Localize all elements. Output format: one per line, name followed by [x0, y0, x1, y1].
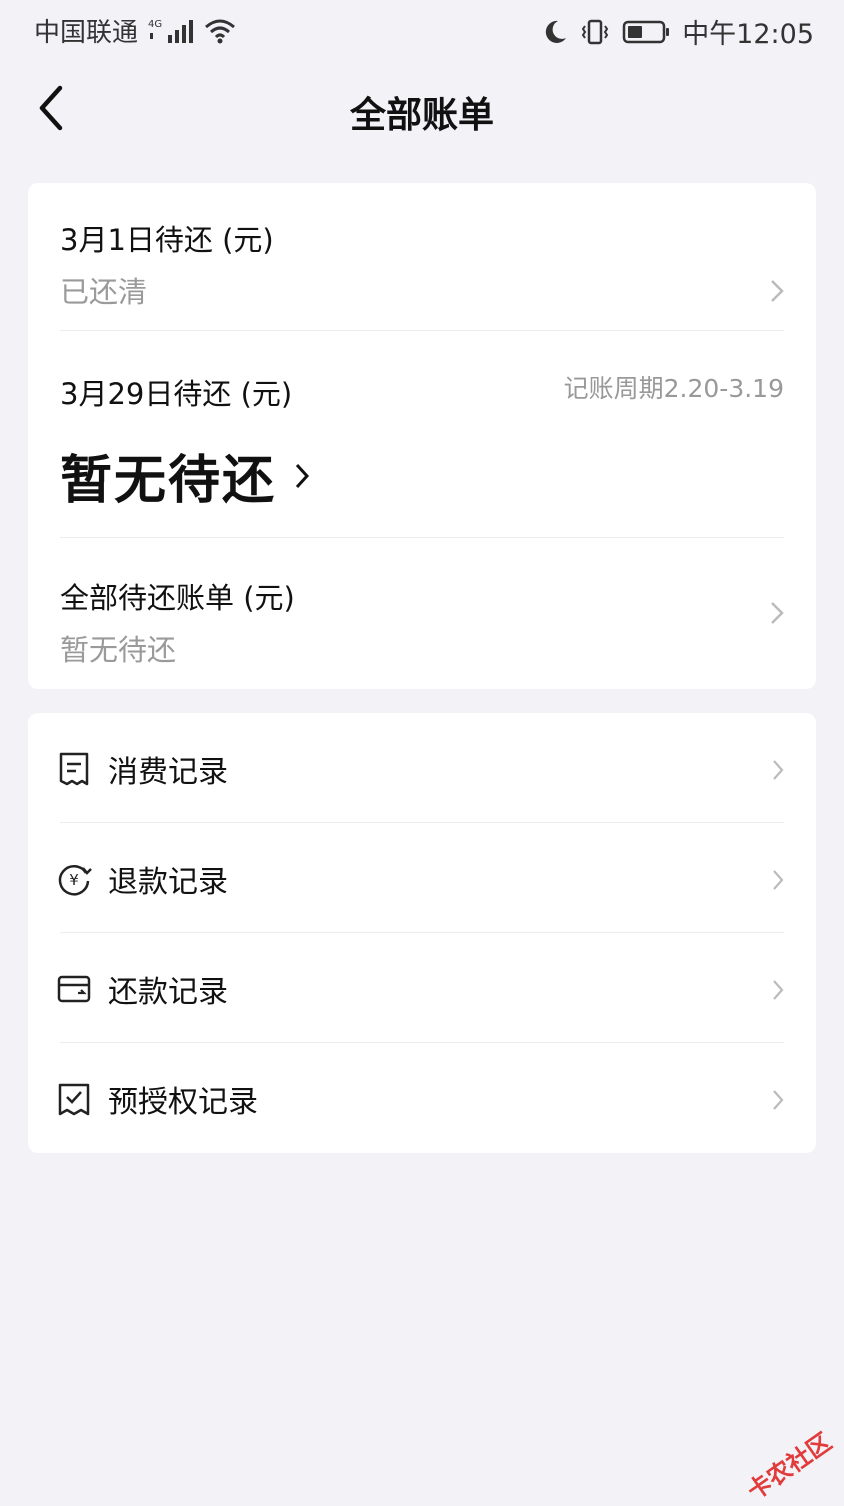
status-bar: 中国联通 4G 中午12:05 [0, 0, 844, 60]
bill-summary-card: 3月1日待还 (元) 已还清 3月29日待还 (元) 记账周期2.20-3.19… [28, 183, 816, 689]
carrier-name: 中国联通 [34, 18, 139, 48]
all-bills-row[interactable]: 全部待还账单 (元) 暂无待还 [60, 575, 784, 667]
watermark-logo: 卡农社区 [739, 1423, 838, 1506]
moon-icon [542, 18, 568, 46]
repay-card-icon [57, 975, 91, 1003]
clock: 中午12:05 [682, 19, 814, 50]
records-card: 消费记录 ¥ 退款记录 还款记录 预授权记录 [28, 713, 816, 1153]
menu-item-preauth-records[interactable]: 预授权记录 [28, 1043, 816, 1153]
menu-item-label: 预授权记录 [108, 1085, 258, 1120]
divider [60, 537, 784, 538]
menu-item-refund-records[interactable]: ¥ 退款记录 [28, 823, 816, 933]
chevron-right-icon [295, 463, 310, 488]
current-bill-status: 已还清 [60, 275, 148, 309]
menu-item-label: 还款记录 [108, 975, 228, 1010]
signal-icon: 4G [148, 17, 194, 45]
billing-cycle: 记账周期2.20-3.19 [563, 374, 784, 403]
status-left: 中国联通 4G [34, 12, 238, 49]
svg-text:¥: ¥ [69, 871, 79, 889]
menu-item-consumption-records[interactable]: 消费记录 [28, 713, 816, 823]
chevron-right-icon [773, 870, 784, 890]
status-right: 中午12:05 [542, 12, 814, 51]
menu-item-label: 消费记录 [108, 755, 228, 790]
all-bills-status: 暂无待还 [60, 633, 177, 667]
receipt-icon [59, 752, 89, 786]
chevron-right-icon [771, 602, 784, 624]
page-title: 全部账单 [349, 95, 494, 136]
next-bill-amount[interactable]: 暂无待还 [60, 438, 310, 513]
divider [60, 330, 784, 331]
all-bills-label: 全部待还账单 (元) [60, 581, 295, 615]
refund-icon: ¥ [58, 865, 92, 896]
wifi-icon [204, 17, 238, 45]
nav-bar: 全部账单 [0, 70, 844, 150]
chevron-right-icon [773, 760, 784, 780]
next-bill-amount-text: 暂无待还 [60, 451, 277, 511]
menu-item-label: 退款记录 [108, 865, 228, 900]
battery-icon [622, 18, 670, 46]
chevron-right-icon [771, 280, 784, 302]
network-type: 4G [148, 19, 162, 30]
chevron-right-icon [773, 1090, 784, 1110]
menu-item-repayment-records[interactable]: 还款记录 [28, 933, 816, 1043]
vibrate-icon [580, 18, 610, 46]
current-bill-row[interactable]: 3月1日待还 (元) 已还清 [60, 217, 784, 327]
current-bill-label: 3月1日待还 (元) [60, 223, 274, 257]
watermark-text: 卡农社区 [742, 1427, 837, 1506]
preauth-check-icon [58, 1083, 90, 1116]
chevron-right-icon [773, 980, 784, 1000]
